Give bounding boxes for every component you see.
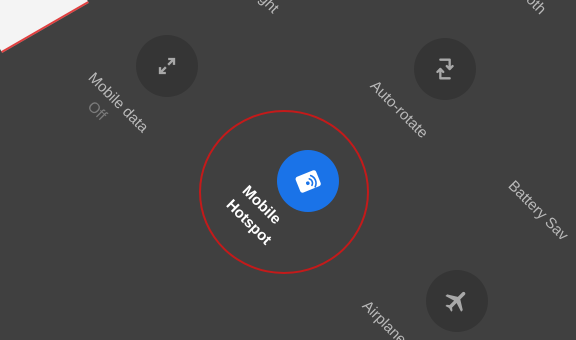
mobile-data-icon: [153, 52, 181, 80]
highlight-ring: [199, 110, 369, 274]
battery-saver-label: Battery Sav: [504, 177, 572, 245]
auto-rotate-tile[interactable]: [414, 38, 476, 100]
flashlight-label: light: [250, 0, 283, 17]
airplane-mode-tile[interactable]: [426, 270, 488, 332]
airplane-mode-label: Airplane: [358, 297, 410, 340]
bluetooth-label: ooth: [516, 0, 550, 18]
auto-rotate-icon: [431, 55, 459, 83]
quick-settings-panel: light ooth Mobile data Off Auto-rotate M…: [0, 0, 576, 340]
airplane-icon: [443, 287, 471, 315]
mobile-data-tile[interactable]: [136, 35, 198, 97]
corner-accent: [0, 0, 89, 53]
